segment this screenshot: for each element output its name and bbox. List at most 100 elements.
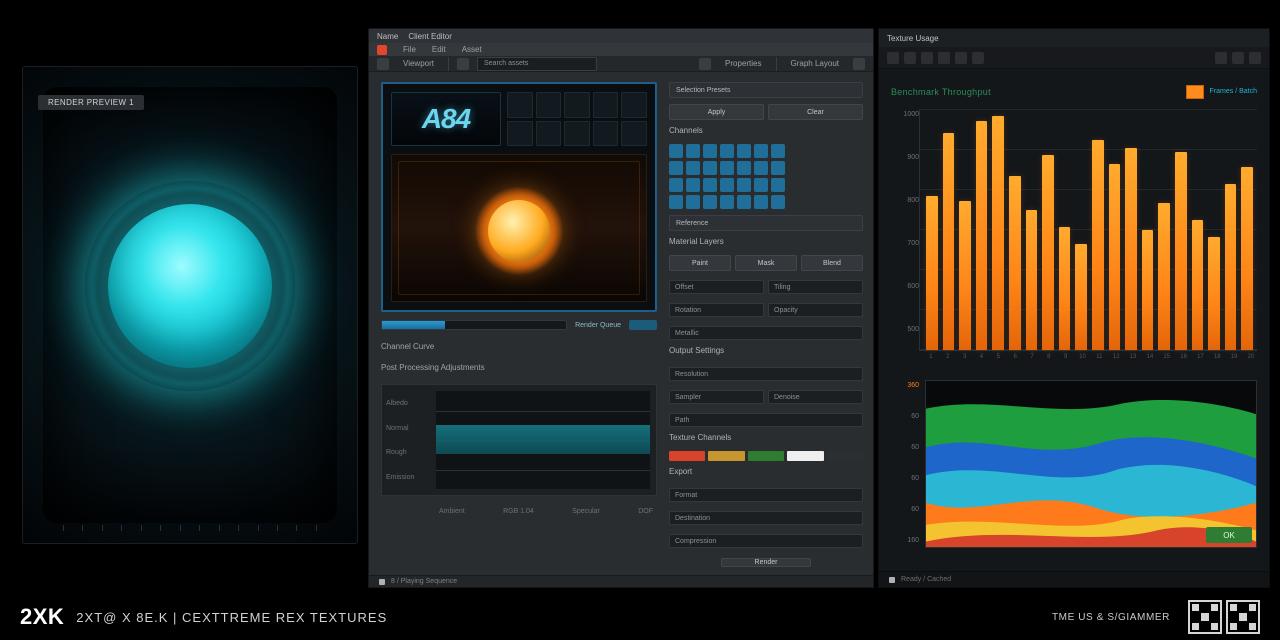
- ana-icon-export[interactable]: [1249, 52, 1261, 64]
- field-metallic[interactable]: Metallic: [669, 326, 863, 340]
- bar[interactable]: [926, 196, 938, 350]
- bar[interactable]: [1241, 167, 1253, 350]
- bar[interactable]: [959, 201, 971, 350]
- swatch-4[interactable]: [787, 451, 823, 461]
- blend-button[interactable]: Blend: [801, 255, 863, 271]
- bar[interactable]: [1109, 164, 1121, 350]
- ana-icon-5[interactable]: [955, 52, 967, 64]
- mini-y-1: Normal: [386, 425, 432, 432]
- section-channel-curve: Channel Curve: [381, 342, 657, 351]
- tool-icon-4[interactable]: [853, 58, 865, 70]
- thumb-logo: A84: [391, 92, 501, 146]
- mask-button[interactable]: Mask: [735, 255, 797, 271]
- ana-icon-2[interactable]: [904, 52, 916, 64]
- bar[interactable]: [976, 121, 988, 350]
- analytics-window: Texture Usage Benchmark Throughput Frame…: [878, 28, 1270, 588]
- field-offset[interactable]: Offset: [669, 280, 764, 294]
- bar[interactable]: [1092, 140, 1104, 350]
- mini-x-2: Specular: [572, 508, 600, 515]
- tool-icon-1[interactable]: [377, 58, 389, 70]
- menu-file[interactable]: File: [397, 45, 422, 54]
- ana-icon-6[interactable]: [972, 52, 984, 64]
- bar[interactable]: [1075, 244, 1087, 350]
- tool-icon-3[interactable]: [699, 58, 711, 70]
- swatch-3[interactable]: [748, 451, 784, 461]
- mini-y-2: Rough: [386, 449, 432, 456]
- bar[interactable]: [1192, 220, 1204, 350]
- progress-end-chip[interactable]: [629, 320, 657, 330]
- window-menubar: File Edit Asset: [369, 43, 873, 56]
- qr-icon: [1188, 600, 1222, 634]
- mini-x-1: RGB 1.04: [503, 508, 534, 515]
- menu-asset[interactable]: Asset: [456, 45, 488, 54]
- search-input[interactable]: Search assets: [477, 57, 597, 71]
- bar[interactable]: [1142, 230, 1154, 351]
- bar[interactable]: [1125, 148, 1137, 350]
- toolbar-properties[interactable]: Properties: [719, 59, 767, 68]
- tool-icon-2[interactable]: [457, 58, 469, 70]
- apply-button[interactable]: Apply: [669, 104, 764, 120]
- field-opacity[interactable]: Opacity: [768, 303, 863, 317]
- ana-icon-grid[interactable]: [1232, 52, 1244, 64]
- window-toolbar: Viewport Search assets Properties Graph …: [369, 56, 873, 72]
- window-title-a: Name: [377, 32, 398, 41]
- swatch-row[interactable]: [669, 451, 863, 461]
- record-icon[interactable]: [377, 45, 387, 55]
- out-sampler[interactable]: Sampler: [669, 390, 764, 404]
- out-path[interactable]: Path: [669, 413, 863, 427]
- channel-grid[interactable]: [669, 144, 863, 209]
- analytics-statusbar: Ready / Cached: [879, 571, 1269, 587]
- area-ok-button[interactable]: OK: [1206, 527, 1252, 543]
- mini-chart: Albedo Normal Rough Emission: [381, 384, 657, 496]
- preview-orb-card: [22, 66, 358, 544]
- ana-icon-settings[interactable]: [1215, 52, 1227, 64]
- out-resolution[interactable]: Resolution: [669, 367, 863, 381]
- toolbar-graph[interactable]: Graph Layout: [785, 59, 845, 68]
- bar[interactable]: [943, 133, 955, 350]
- bar[interactable]: [992, 116, 1004, 350]
- thumb-core: [391, 154, 647, 302]
- asset-thumbnail[interactable]: A84: [381, 82, 657, 312]
- window-title-b: Client Editor: [408, 32, 452, 41]
- reference-button[interactable]: Reference: [669, 215, 863, 231]
- bar[interactable]: [1009, 176, 1021, 350]
- swatch-5[interactable]: [827, 451, 863, 461]
- ana-icon-1[interactable]: [887, 52, 899, 64]
- editor-window: Name Client Editor File Edit Asset Viewp…: [368, 28, 874, 588]
- menu-edit[interactable]: Edit: [426, 45, 452, 54]
- status-dot-icon: [379, 579, 385, 585]
- bar[interactable]: [1042, 155, 1054, 350]
- bar[interactable]: [1158, 203, 1170, 350]
- area-chart: OK: [925, 380, 1257, 548]
- bar[interactable]: [1175, 152, 1187, 350]
- preview-tag: RENDER PREVIEW 1: [38, 95, 144, 110]
- panel-selection-presets[interactable]: Selection Presets: [669, 82, 863, 98]
- ana-icon-4[interactable]: [938, 52, 950, 64]
- bar[interactable]: [1059, 227, 1071, 350]
- mini-y-0: Albedo: [386, 400, 432, 407]
- out-denoise[interactable]: Denoise: [768, 390, 863, 404]
- clear-button[interactable]: Clear: [768, 104, 863, 120]
- render-progress[interactable]: [381, 320, 567, 330]
- bar[interactable]: [1208, 237, 1220, 350]
- field-rotation[interactable]: Rotation: [669, 303, 764, 317]
- footer-subtitle: 2XT@ X 8E.K | CEXTTREME REX TEXTURES: [76, 610, 387, 625]
- swatch-2[interactable]: [708, 451, 744, 461]
- swatch-1[interactable]: [669, 451, 705, 461]
- bar[interactable]: [1026, 210, 1038, 350]
- exp-dest[interactable]: Destination: [669, 511, 863, 525]
- toolbar-viewport[interactable]: Viewport: [397, 59, 440, 68]
- exp-comp[interactable]: Compression: [669, 534, 863, 548]
- panel-export: Export: [669, 467, 863, 476]
- render-button[interactable]: Render: [721, 558, 811, 567]
- ana-status-dot-icon: [889, 577, 895, 583]
- window-titlebar[interactable]: Name Client Editor: [369, 29, 873, 43]
- paint-button[interactable]: Paint: [669, 255, 731, 271]
- field-tiling[interactable]: Tiling: [768, 280, 863, 294]
- progress-label: Render Queue: [575, 322, 621, 329]
- analytics-title[interactable]: Texture Usage: [879, 29, 1269, 47]
- chart-title: Benchmark Throughput: [891, 87, 991, 97]
- bar[interactable]: [1225, 184, 1237, 350]
- exp-format[interactable]: Format: [669, 488, 863, 502]
- ana-icon-3[interactable]: [921, 52, 933, 64]
